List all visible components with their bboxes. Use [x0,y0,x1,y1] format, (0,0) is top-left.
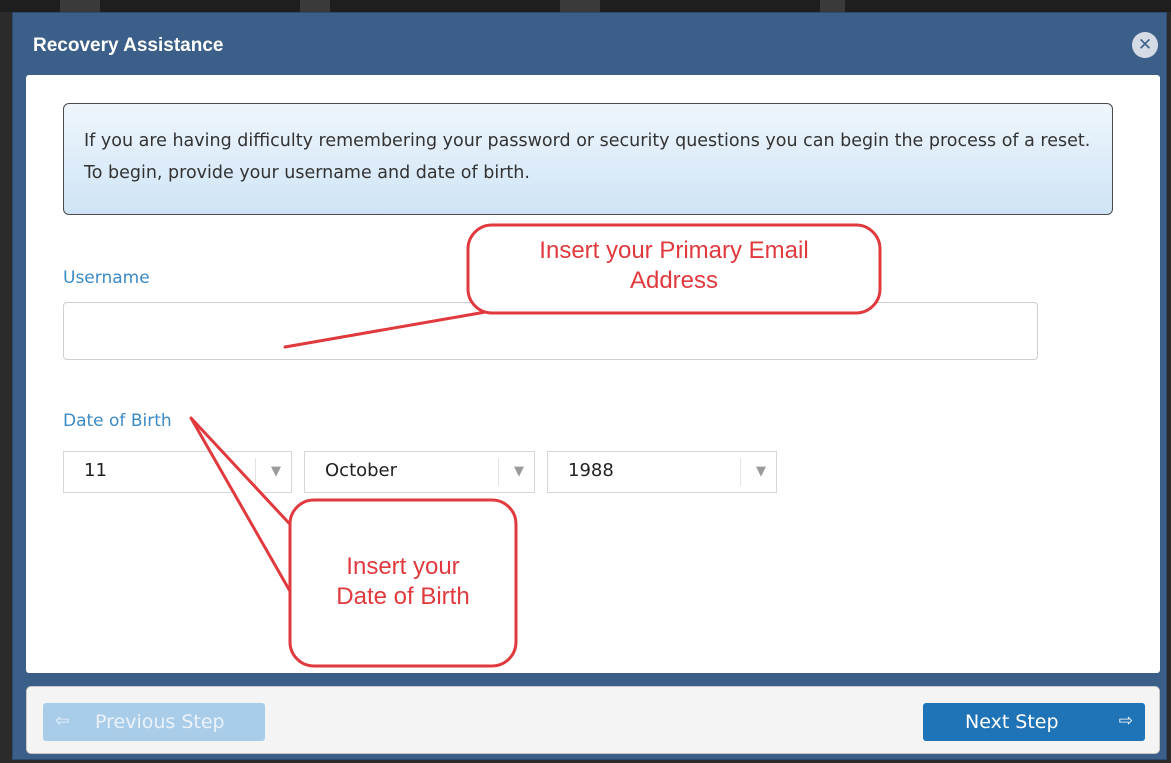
dob-year-select[interactable]: 1988 ▼ [547,451,777,493]
dialog-title: Recovery Assistance [33,35,224,56]
arrow-right-icon: ⇨ [1118,711,1133,731]
dob-day-value: 11 [84,460,107,481]
previous-step-label: Previous Step [95,711,225,733]
chevron-down-icon[interactable]: ▼ [756,464,766,479]
recovery-dialog: Recovery Assistance ✕ If you are having … [12,12,1167,760]
email-callout-line2: Address [629,267,719,294]
next-step-button[interactable]: Next Step ⇨ [923,703,1145,741]
chevron-down-icon[interactable]: ▼ [271,464,281,479]
username-label: Username [63,268,150,288]
previous-step-button[interactable]: ⇦ Previous Step [43,703,265,741]
dob-callout-line2: Date of Birth [336,583,470,610]
dob-month-value: October [325,460,398,481]
dob-callout-line1: Insert your [346,553,460,580]
background-strip [0,0,1171,12]
dob-year-value: 1988 [568,460,614,481]
chevron-down-icon[interactable]: ▼ [514,464,524,479]
email-callout-text: Insert your Primary Email Address [468,236,880,296]
dob-day-select[interactable]: 11 ▼ [63,451,292,493]
info-message: If you are having difficulty remembering… [84,131,1091,183]
dob-month-select[interactable]: October ▼ [304,451,535,493]
info-box: If you are having difficulty remembering… [63,103,1113,215]
close-icon[interactable]: ✕ [1132,32,1158,58]
email-callout-line1: Insert your Primary Email [539,237,809,264]
dialog-titlebar: Recovery Assistance ✕ [13,13,1166,81]
next-step-label: Next Step [965,711,1059,733]
dob-callout-text: Insert your Date of Birth [290,552,516,612]
arrow-left-icon: ⇦ [55,711,70,731]
username-input[interactable] [63,302,1038,360]
dialog-footer: ⇦ Previous Step Next Step ⇨ [26,686,1160,754]
dialog-content: If you are having difficulty remembering… [26,75,1160,673]
dob-label: Date of Birth [63,411,172,431]
